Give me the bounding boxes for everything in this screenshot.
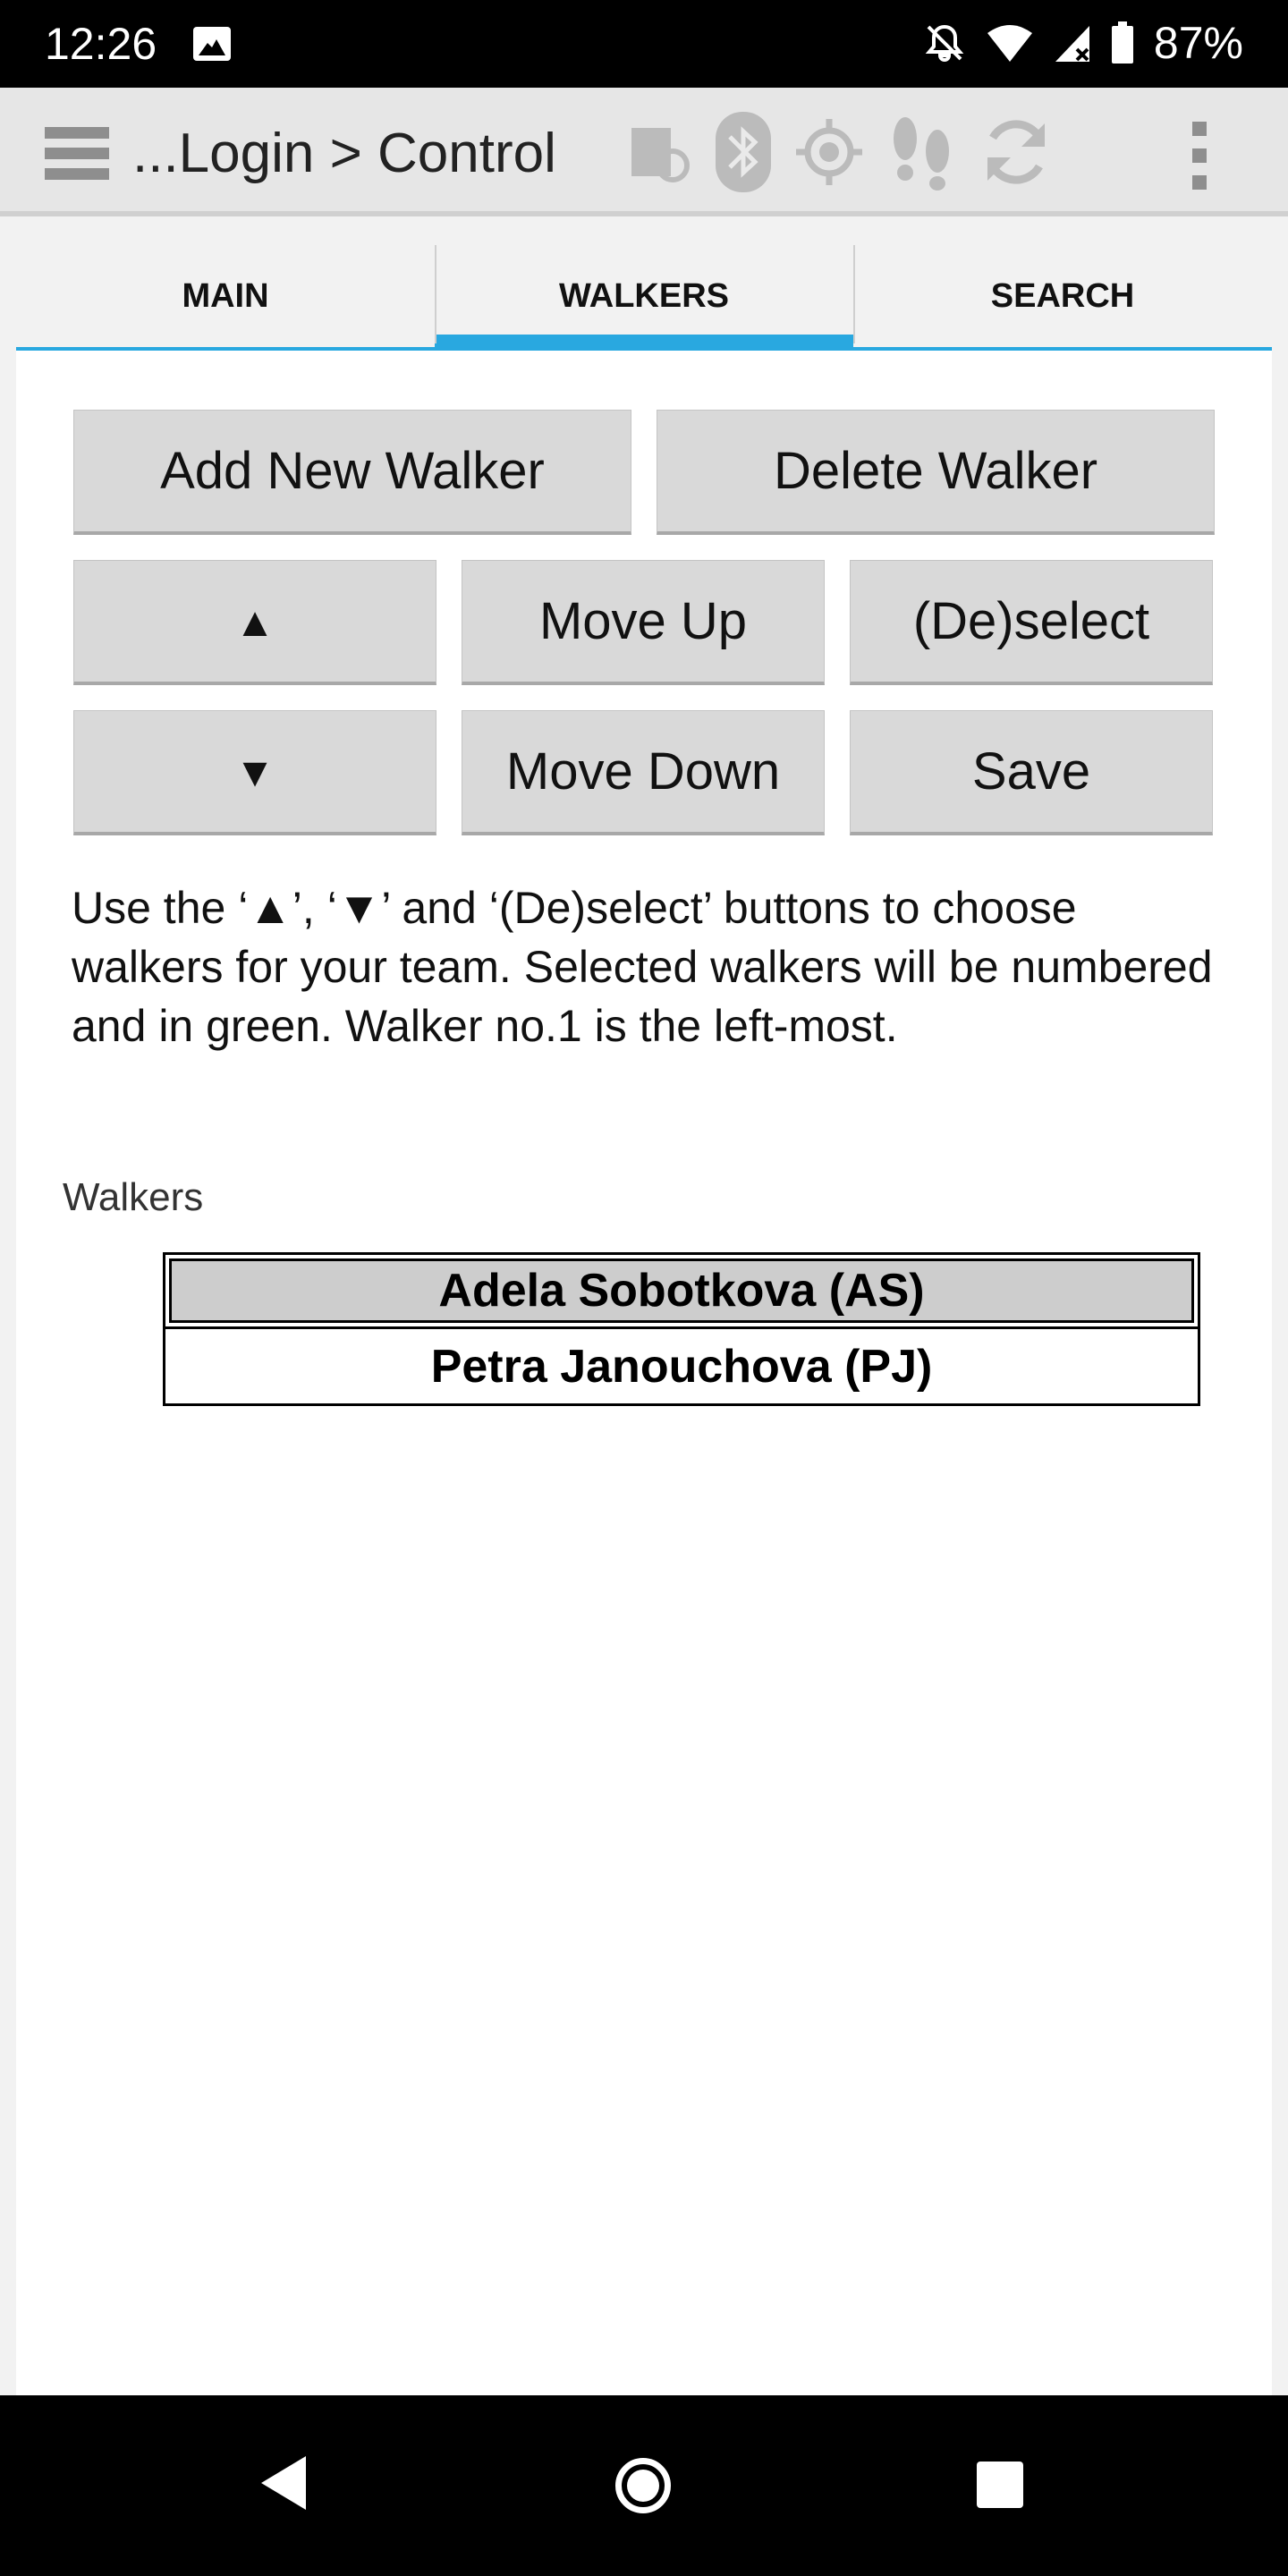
select-up-button[interactable]: ▲ — [73, 560, 436, 685]
move-down-button[interactable]: Move Down — [462, 710, 825, 835]
app-bar: ...Login > Control — [0, 88, 1288, 216]
walker-row-petra-janouchova[interactable]: Petra Janouchova (PJ) — [163, 1329, 1200, 1406]
sync-icon[interactable] — [979, 114, 1054, 190]
tab-main[interactable]: MAIN — [16, 245, 435, 351]
battery-percent: 87% — [1153, 18, 1243, 68]
move-up-button[interactable]: Move Up — [462, 560, 825, 685]
form-sync-icon[interactable] — [626, 119, 692, 185]
walkers-label: Walkers — [63, 1175, 204, 1219]
mute-icon — [925, 24, 964, 62]
footsteps-icon[interactable] — [887, 112, 955, 192]
save-button[interactable]: Save — [850, 710, 1213, 835]
delete-walker-button[interactable]: Delete Walker — [657, 410, 1215, 535]
select-down-button[interactable]: ▼ — [73, 710, 436, 835]
battery-icon — [1111, 21, 1133, 64]
recent-apps-icon[interactable] — [977, 2462, 1023, 2508]
status-bar: 12:26 87% — [0, 0, 1288, 88]
status-time: 12:26 — [45, 19, 157, 69]
navigation-bar — [0, 2395, 1288, 2576]
app-title: ...Login > Control — [132, 123, 556, 184]
back-icon[interactable] — [261, 2456, 306, 2510]
image-notification-icon — [193, 27, 231, 61]
add-new-walker-button[interactable]: Add New Walker — [73, 410, 631, 535]
tab-search[interactable]: SEARCH — [853, 245, 1272, 351]
home-icon[interactable] — [615, 2458, 671, 2513]
menu-icon[interactable] — [45, 127, 109, 181]
wifi-icon — [987, 25, 1032, 62]
toolbar-status-icons — [626, 111, 1054, 193]
walker-row-adela-sobotkova[interactable]: Adela Sobotkova (AS) — [163, 1252, 1200, 1329]
gps-icon[interactable] — [794, 117, 864, 187]
bluetooth-icon[interactable] — [716, 112, 771, 192]
overflow-menu-icon[interactable] — [1186, 122, 1213, 190]
cell-signal-icon — [1055, 26, 1089, 62]
deselect-button[interactable]: (De)select — [850, 560, 1213, 685]
status-icons: 87% — [923, 16, 1243, 70]
tab-walkers[interactable]: WALKERS — [435, 245, 853, 351]
tab-bar: MAIN WALKERS SEARCH — [16, 245, 1272, 351]
instructions-text: Use the ‘▲’, ‘▼’ and ‘(De)select’ button… — [72, 883, 1213, 1051]
walkers-list: Adela Sobotkova (AS) Petra Janouchova (P… — [163, 1252, 1200, 1406]
